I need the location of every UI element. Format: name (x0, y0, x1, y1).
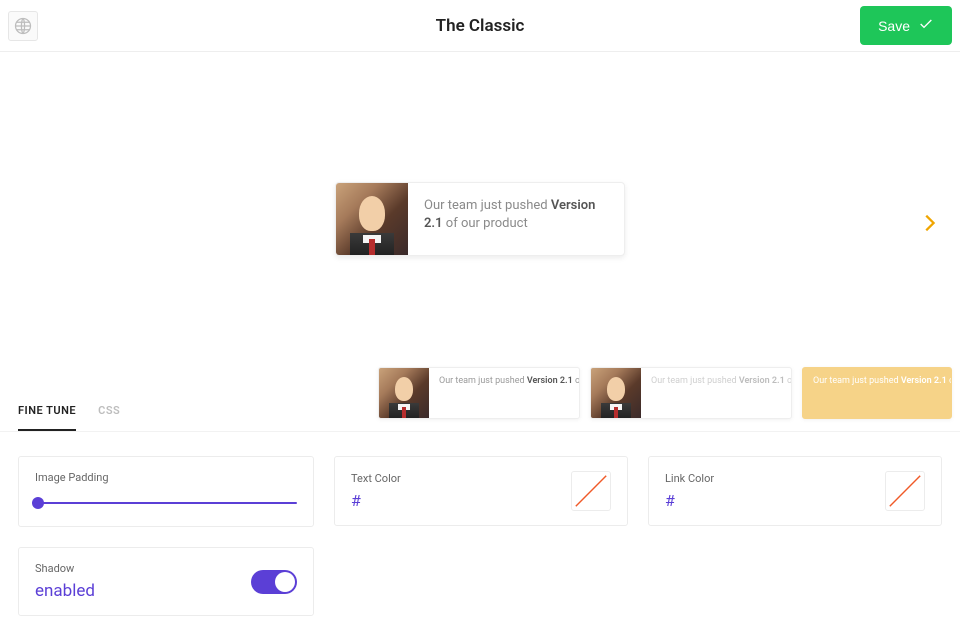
shadow-card: Shadow enabled (18, 547, 314, 616)
chevron-right-icon (918, 219, 940, 238)
slider-handle[interactable] (32, 497, 44, 509)
thumb-avatar (591, 368, 641, 418)
shadow-value: enabled (35, 581, 95, 601)
preview-card-main: Our team just pushed Version 2.1 of our … (335, 182, 625, 256)
preview-thumb[interactable]: Our team just pushed Version 2.1 of our … (590, 367, 792, 419)
preview-message: Our team just pushed Version 2.1 of our … (408, 183, 624, 255)
link-color-swatch[interactable] (885, 471, 925, 511)
shadow-label: Shadow (35, 562, 95, 575)
image-padding-card: Image Padding (18, 456, 314, 527)
preview-thumb[interactable]: Our team just pushed Version 2.1 of our … (378, 367, 580, 419)
preview-thumb[interactable]: Our team just pushed Version 2.1 of our … (802, 367, 952, 419)
link-color-label: Link Color (665, 472, 714, 485)
header-left (8, 11, 38, 41)
header: The Classic Save (0, 0, 960, 52)
toggle-knob (275, 572, 295, 592)
thumb-message: Our team just pushed Version 2.1 of our … (641, 368, 792, 418)
text-color-card: Text Color # (334, 456, 628, 526)
preview-thumbnails: Our team just pushed Version 2.1 of our … (378, 367, 952, 419)
preview-avatar (336, 183, 408, 255)
preview-message-suffix: of our product (443, 216, 528, 231)
image-padding-label: Image Padding (35, 471, 297, 484)
preview-message-prefix: Our team just pushed (424, 198, 551, 213)
text-color-value[interactable]: # (351, 491, 401, 510)
preview-area: Our team just pushed Version 2.1 of our … (0, 52, 960, 392)
shadow-toggle[interactable] (251, 570, 297, 594)
thumb-message: Our team just pushed Version 2.1 of our … (429, 368, 580, 418)
controls: Image Padding Shadow enabled Text (0, 432, 960, 640)
link-color-value[interactable]: # (665, 491, 714, 510)
save-button-label: Save (878, 18, 910, 34)
page-title: The Classic (0, 16, 960, 36)
check-icon (918, 16, 934, 35)
tab-finetune[interactable]: FINE TUNE (18, 392, 76, 431)
text-color-label: Text Color (351, 472, 401, 485)
controls-col-1: Image Padding Shadow enabled (18, 456, 314, 616)
image-padding-slider[interactable] (35, 494, 297, 512)
thumb-avatar (379, 368, 429, 418)
carousel-next-button[interactable] (918, 212, 940, 238)
app-icon[interactable] (8, 11, 38, 41)
thumb-message: Our team just pushed Version 2.1 of our … (803, 368, 952, 418)
text-color-swatch[interactable] (571, 471, 611, 511)
save-button[interactable]: Save (860, 6, 952, 45)
link-color-card: Link Color # (648, 456, 942, 526)
tab-css[interactable]: CSS (98, 392, 120, 431)
